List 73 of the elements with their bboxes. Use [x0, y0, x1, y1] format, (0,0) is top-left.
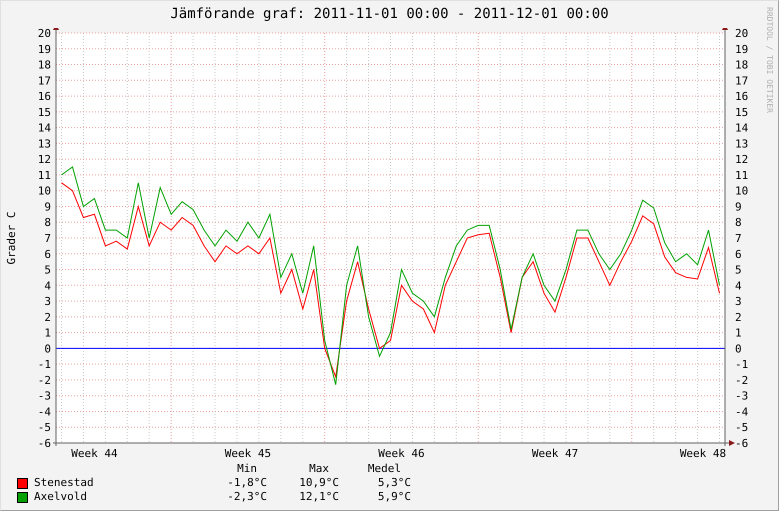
y-tick-label: -2: [38, 374, 51, 387]
y-tick-label: 19: [735, 42, 748, 56]
x-tick-label: Week 47: [532, 447, 578, 460]
y-tick-label: 2: [44, 310, 51, 324]
y-tick-label: 4: [735, 279, 742, 292]
y-tick-label: 17: [735, 74, 748, 88]
legend-label: Axelvold: [34, 490, 87, 504]
y-tick-label: 16: [735, 90, 748, 104]
y-tick-label: -1: [735, 358, 748, 372]
y-tick-label: 0: [44, 342, 51, 356]
y-tick-label: 20: [735, 28, 748, 40]
y-tick-label: 8: [44, 216, 51, 230]
x-tick-label: Week 44: [71, 447, 118, 460]
y-tick-label: 11: [38, 168, 51, 182]
y-tick-label: 19: [38, 42, 51, 56]
y-tick-label: 0: [735, 342, 742, 356]
legend-value: 5,9°C: [378, 490, 411, 504]
y-tick-label: 9: [44, 200, 51, 214]
graph-title: Jämförande graf: 2011-11-01 00:00 - 2011-12-01 00:00: [169, 5, 610, 24]
y-tick-label: 11: [735, 168, 748, 182]
y-tick-label: 3: [735, 295, 742, 308]
credit-text: RRDTOOL / TOBI OETIKER: [765, 7, 774, 113]
y-tick-label: 14: [38, 122, 51, 135]
legend-value: 5,3°C: [378, 476, 411, 490]
legend-label: Stenestad: [34, 476, 94, 490]
y-tick-label: 15: [38, 106, 51, 119]
y-tick-label: 13: [735, 137, 748, 150]
column-header: Medel: [368, 462, 402, 476]
y-tick-label: -6: [735, 437, 748, 450]
y-tick-label: 3: [44, 295, 51, 308]
y-tick-label: 5: [735, 264, 742, 277]
y-tick-label: 18: [38, 58, 51, 72]
column-header: Min: [237, 462, 258, 476]
y-tick-label: -3: [735, 390, 748, 403]
y-tick-label: 10: [735, 184, 748, 198]
y-tick-label: 20: [38, 28, 51, 40]
y-tick-label: 9: [735, 200, 742, 214]
y-tick-label: 7: [44, 232, 51, 245]
y-tick-label: 1: [44, 326, 51, 340]
y-tick-label: 2: [735, 310, 742, 324]
x-tick-label: Week 46: [378, 447, 425, 460]
y-tick-label: -4: [735, 405, 748, 418]
y-tick-label: 6: [735, 248, 742, 261]
y-tick-label: 16: [38, 90, 51, 104]
y-tick-label: 8: [735, 216, 742, 230]
y-tick-label: 15: [735, 106, 748, 119]
y-axis-label: Grader C: [5, 212, 18, 264]
y-tick-label: 10: [38, 184, 51, 198]
y-tick-label: -5: [38, 421, 51, 434]
column-header: Max: [309, 462, 330, 476]
legend-value: 10,9°C: [299, 476, 339, 490]
y-tick-label: 18: [735, 58, 748, 72]
y-tick-label: 12: [735, 153, 748, 166]
y-tick-label: 7: [735, 232, 742, 245]
y-tick-label: 6: [44, 248, 51, 261]
y-tick-label: -5: [735, 421, 748, 434]
y-tick-label: 14: [735, 122, 748, 135]
x-tick-label: Week 48: [680, 447, 726, 460]
y-tick-label: 12: [38, 153, 51, 166]
y-tick-label: -4: [38, 405, 51, 418]
y-tick-label: -6: [38, 437, 51, 450]
x-tick-label: Week 45: [224, 447, 272, 460]
y-tick-label: -2: [735, 374, 748, 387]
legend-value: -1,8°C: [227, 476, 267, 490]
y-tick-label: 17: [38, 74, 51, 88]
legend-value: 12,1°C: [299, 490, 339, 504]
y-tick-label: 1: [735, 326, 742, 340]
y-tick-label: 5: [44, 264, 51, 277]
y-tick-label: 13: [38, 137, 51, 150]
y-tick-label: -1: [38, 358, 51, 372]
y-tick-label: 4: [44, 279, 51, 292]
legend-value: -2,3°C: [227, 490, 267, 504]
y-tick-label: -3: [38, 390, 51, 403]
